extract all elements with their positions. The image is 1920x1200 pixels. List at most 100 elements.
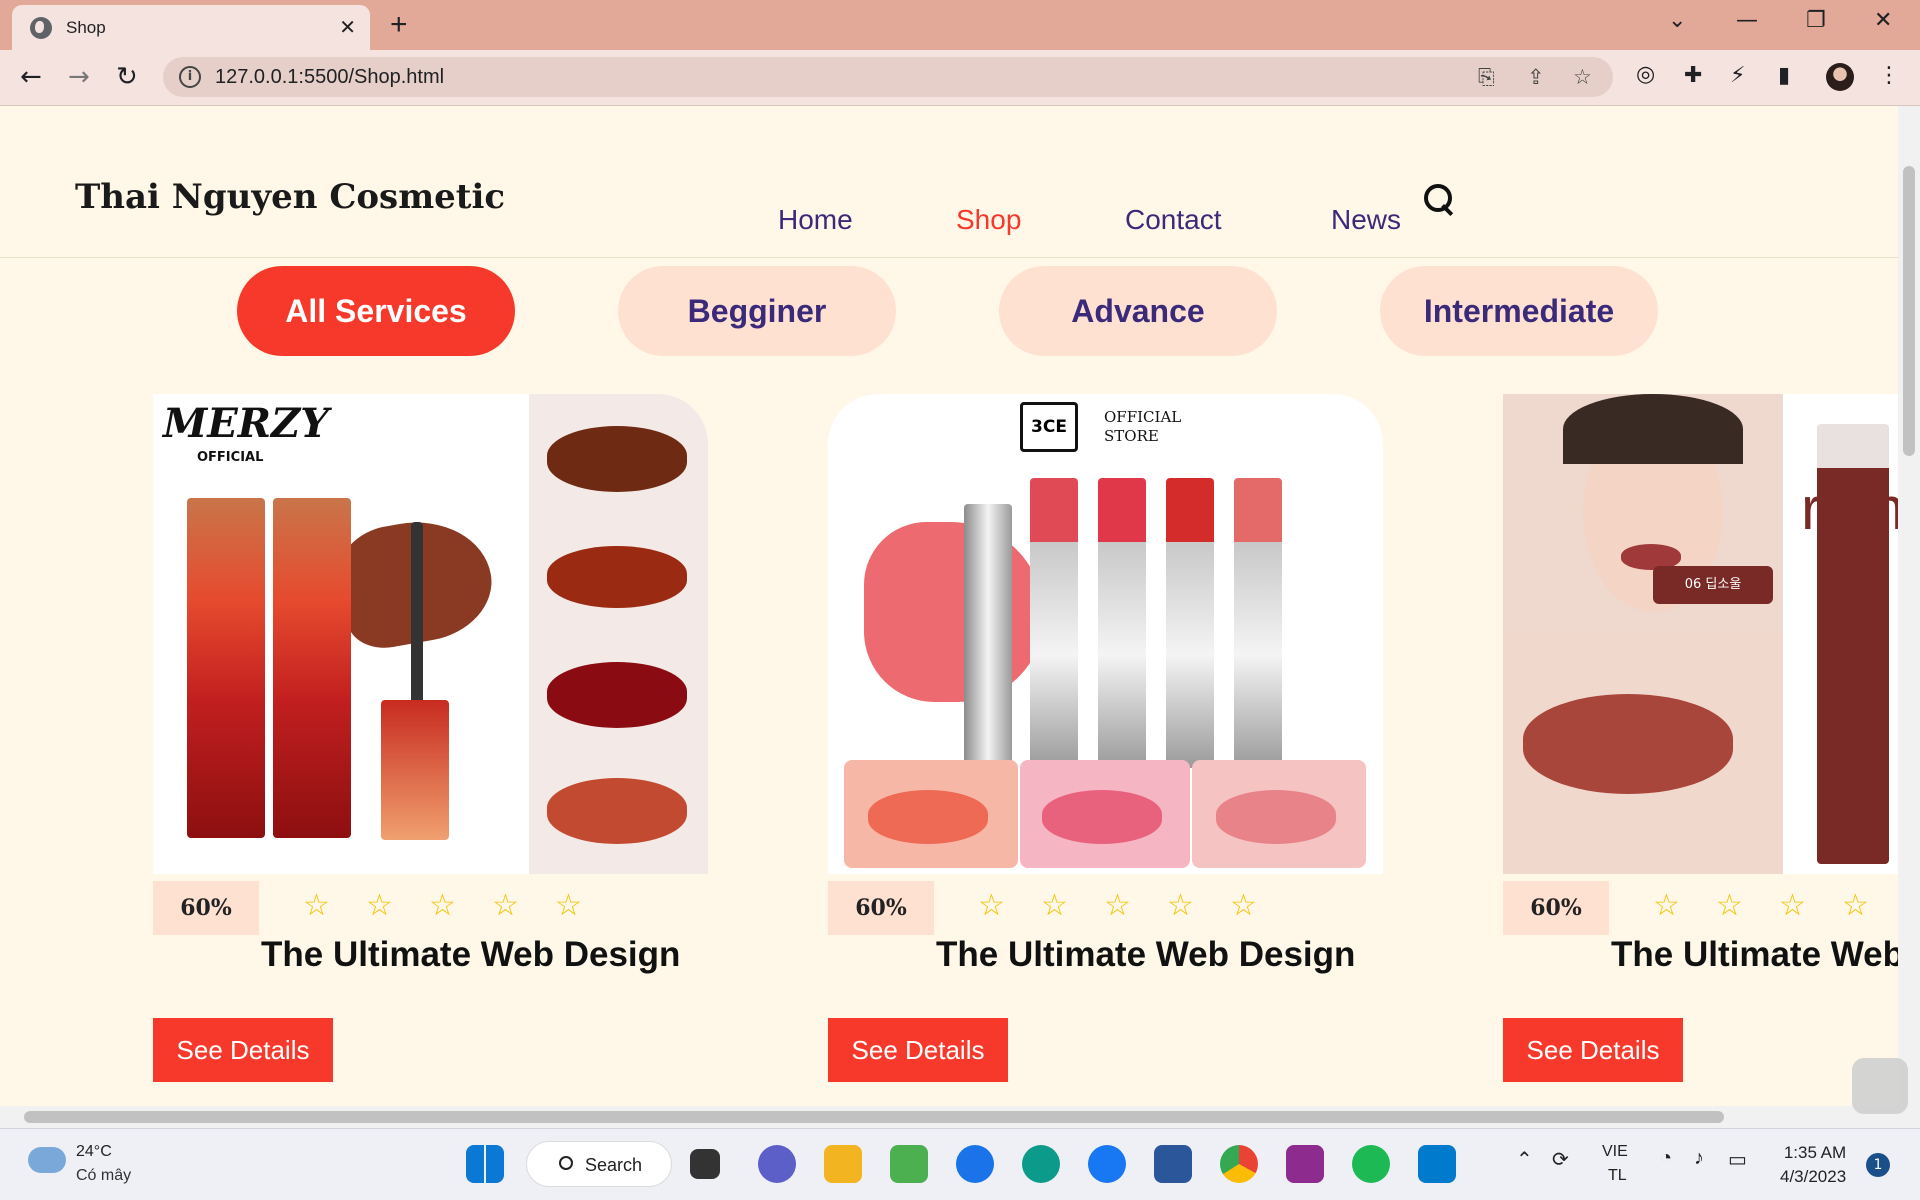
globe-icon [30, 17, 52, 39]
clock-date: 4/3/2023 [1780, 1167, 1847, 1186]
nav-news[interactable]: News [1331, 204, 1401, 236]
chrome-icon[interactable] [1220, 1145, 1258, 1183]
search-icon [559, 1156, 573, 1170]
browser-tab[interactable]: Shop ✕ [12, 5, 370, 50]
star-icon[interactable]: ☆ [1167, 888, 1230, 923]
star-icon[interactable]: ☆ [429, 888, 492, 923]
winrar-icon[interactable] [1286, 1145, 1324, 1183]
weather-description: Có mây [76, 1167, 132, 1184]
share-icon[interactable]: ⇪ [1527, 65, 1545, 89]
cloud-icon [28, 1147, 66, 1173]
start-windows-icon[interactable] [466, 1145, 504, 1183]
battery-icon[interactable]: ▭ [1728, 1147, 1747, 1172]
vscode-icon[interactable] [1418, 1145, 1456, 1183]
vertical-scroll-thumb[interactable] [1903, 166, 1915, 456]
filter-begginer[interactable]: Begginer [618, 266, 896, 356]
star-icon[interactable]: ☆ [1041, 888, 1104, 923]
new-tab-button[interactable]: + [390, 8, 408, 42]
rating-stars: ☆ ☆ ☆ ☆ ☆ [978, 888, 1293, 923]
filter-advance[interactable]: Advance [999, 266, 1277, 356]
teams-chat-icon[interactable] [758, 1145, 796, 1183]
star-icon[interactable]: ☆ [555, 888, 618, 923]
profile-avatar[interactable] [1826, 63, 1854, 91]
nav-contact[interactable]: Contact [1125, 204, 1222, 236]
see-details-button[interactable]: See Details [153, 1018, 333, 1082]
bookmark-star-icon[interactable]: ☆ [1573, 65, 1592, 89]
product-image[interactable]: 06 딥소울 rom [1503, 394, 1898, 874]
volume-icon[interactable]: ♪ [1694, 1147, 1704, 1170]
star-icon[interactable]: ☆ [1230, 888, 1293, 923]
game-app-icon[interactable] [890, 1145, 928, 1183]
star-icon[interactable]: ☆ [978, 888, 1041, 923]
facebook-icon[interactable] [1088, 1145, 1126, 1183]
discount-badge: 60% [828, 881, 934, 935]
merzy-brand-logo: MERZY [163, 400, 329, 447]
edge-icon[interactable] [1022, 1145, 1060, 1183]
product-image[interactable]: MERZY OFFICIAL [153, 394, 708, 874]
performance-icon[interactable]: ⚡ [1730, 63, 1745, 88]
star-icon[interactable]: ☆ [303, 888, 366, 923]
word-icon[interactable] [1154, 1145, 1192, 1183]
star-icon[interactable]: ☆ [1104, 888, 1167, 923]
search-icon[interactable] [1424, 184, 1456, 220]
address-bar[interactable]: i 127.0.0.1:5500/Shop.html ⎘ ⇪ ☆ [163, 57, 1613, 97]
star-icon[interactable]: ☆ [1653, 888, 1716, 923]
notification-badge[interactable]: 1 [1866, 1153, 1890, 1177]
extensions-puzzle-icon[interactable]: ✚ [1684, 63, 1702, 88]
taskbar-search[interactable]: Search [526, 1141, 672, 1187]
discount-badge: 60% [1503, 881, 1609, 935]
shade-label: 06 딥소울 [1653, 566, 1773, 604]
nav-home[interactable]: Home [778, 204, 853, 236]
site-info-icon[interactable]: i [179, 66, 201, 88]
zalo-icon[interactable] [956, 1145, 994, 1183]
star-icon[interactable]: ☆ [1716, 888, 1779, 923]
rating-stars: ☆ ☆ ☆ ☆ ☆ [1653, 888, 1898, 923]
browser-tab-strip: Shop ✕ + ⌄ — ❐ ✕ [0, 0, 1920, 50]
taskbar-search-label: Search [585, 1155, 643, 1175]
input-method[interactable]: TL [1608, 1167, 1627, 1185]
reload-icon[interactable]: ↻ [116, 62, 138, 92]
filter-intermediate[interactable]: Intermediate [1380, 266, 1658, 356]
side-panel-icon[interactable]: ▮ [1778, 63, 1790, 88]
wifi-icon[interactable]: ◔ [1660, 1147, 1672, 1170]
tray-chevron-icon[interactable]: ⌃ [1516, 1147, 1533, 1172]
product-image[interactable]: 3CE OFFICIAL STORE [828, 394, 1383, 874]
url-text[interactable]: 127.0.0.1:5500/Shop.html [215, 66, 444, 89]
nav-shop[interactable]: Shop [956, 204, 1021, 236]
clock-time: 1:35 AM [1783, 1143, 1847, 1162]
rating-stars: ☆ ☆ ☆ ☆ ☆ [303, 888, 618, 923]
temperature: 24°C [76, 1143, 112, 1160]
task-view-icon[interactable] [690, 1149, 720, 1179]
taskbar: 24°C Có mây Search ⌃ ⟳ VIE TL ◔ ♪ ▭ 1:35… [0, 1128, 1920, 1200]
floating-action-icon[interactable] [1852, 1058, 1908, 1114]
star-icon[interactable]: ☆ [1842, 888, 1898, 923]
sync-icon[interactable]: ⟳ [1552, 1147, 1569, 1172]
see-details-button[interactable]: See Details [1503, 1018, 1683, 1082]
language-indicator[interactable]: VIE [1602, 1143, 1628, 1161]
horizontal-scroll-thumb[interactable] [24, 1111, 1724, 1123]
filter-all-services[interactable]: All Services [237, 266, 515, 356]
horizontal-scrollbar[interactable] [0, 1106, 1898, 1128]
system-clock[interactable]: 1:35 AM 4/3/2023 [1780, 1141, 1846, 1189]
tab-search-icon[interactable]: ⌄ [1668, 8, 1686, 33]
close-window-button[interactable]: ✕ [1874, 8, 1892, 33]
vertical-scrollbar[interactable] [1898, 106, 1920, 1128]
extension-compass-icon[interactable]: ◎ [1636, 62, 1655, 87]
star-icon[interactable]: ☆ [1779, 888, 1842, 923]
restore-button[interactable]: ❐ [1806, 8, 1826, 33]
back-icon[interactable]: ← [20, 62, 42, 92]
star-icon[interactable]: ☆ [492, 888, 555, 923]
product-title: The Ultimate Web Design [261, 935, 681, 974]
file-explorer-icon[interactable] [824, 1145, 862, 1183]
spotify-icon[interactable] [1352, 1145, 1390, 1183]
page-viewport: Thai Nguyen Cosmetic Home Shop Contact N… [0, 106, 1898, 1106]
forward-icon[interactable]: → [68, 62, 90, 92]
menu-kebab-icon[interactable]: ⋮ [1878, 63, 1900, 88]
see-details-button[interactable]: See Details [828, 1018, 1008, 1082]
translate-icon[interactable]: ⎘ [1478, 65, 1495, 90]
star-icon[interactable]: ☆ [366, 888, 429, 923]
official-store-label: OFFICIAL STORE [1104, 408, 1182, 445]
minimize-button[interactable]: — [1736, 8, 1758, 33]
site-logo[interactable]: Thai Nguyen Cosmetic [75, 178, 505, 216]
close-tab-icon[interactable]: ✕ [339, 15, 356, 39]
